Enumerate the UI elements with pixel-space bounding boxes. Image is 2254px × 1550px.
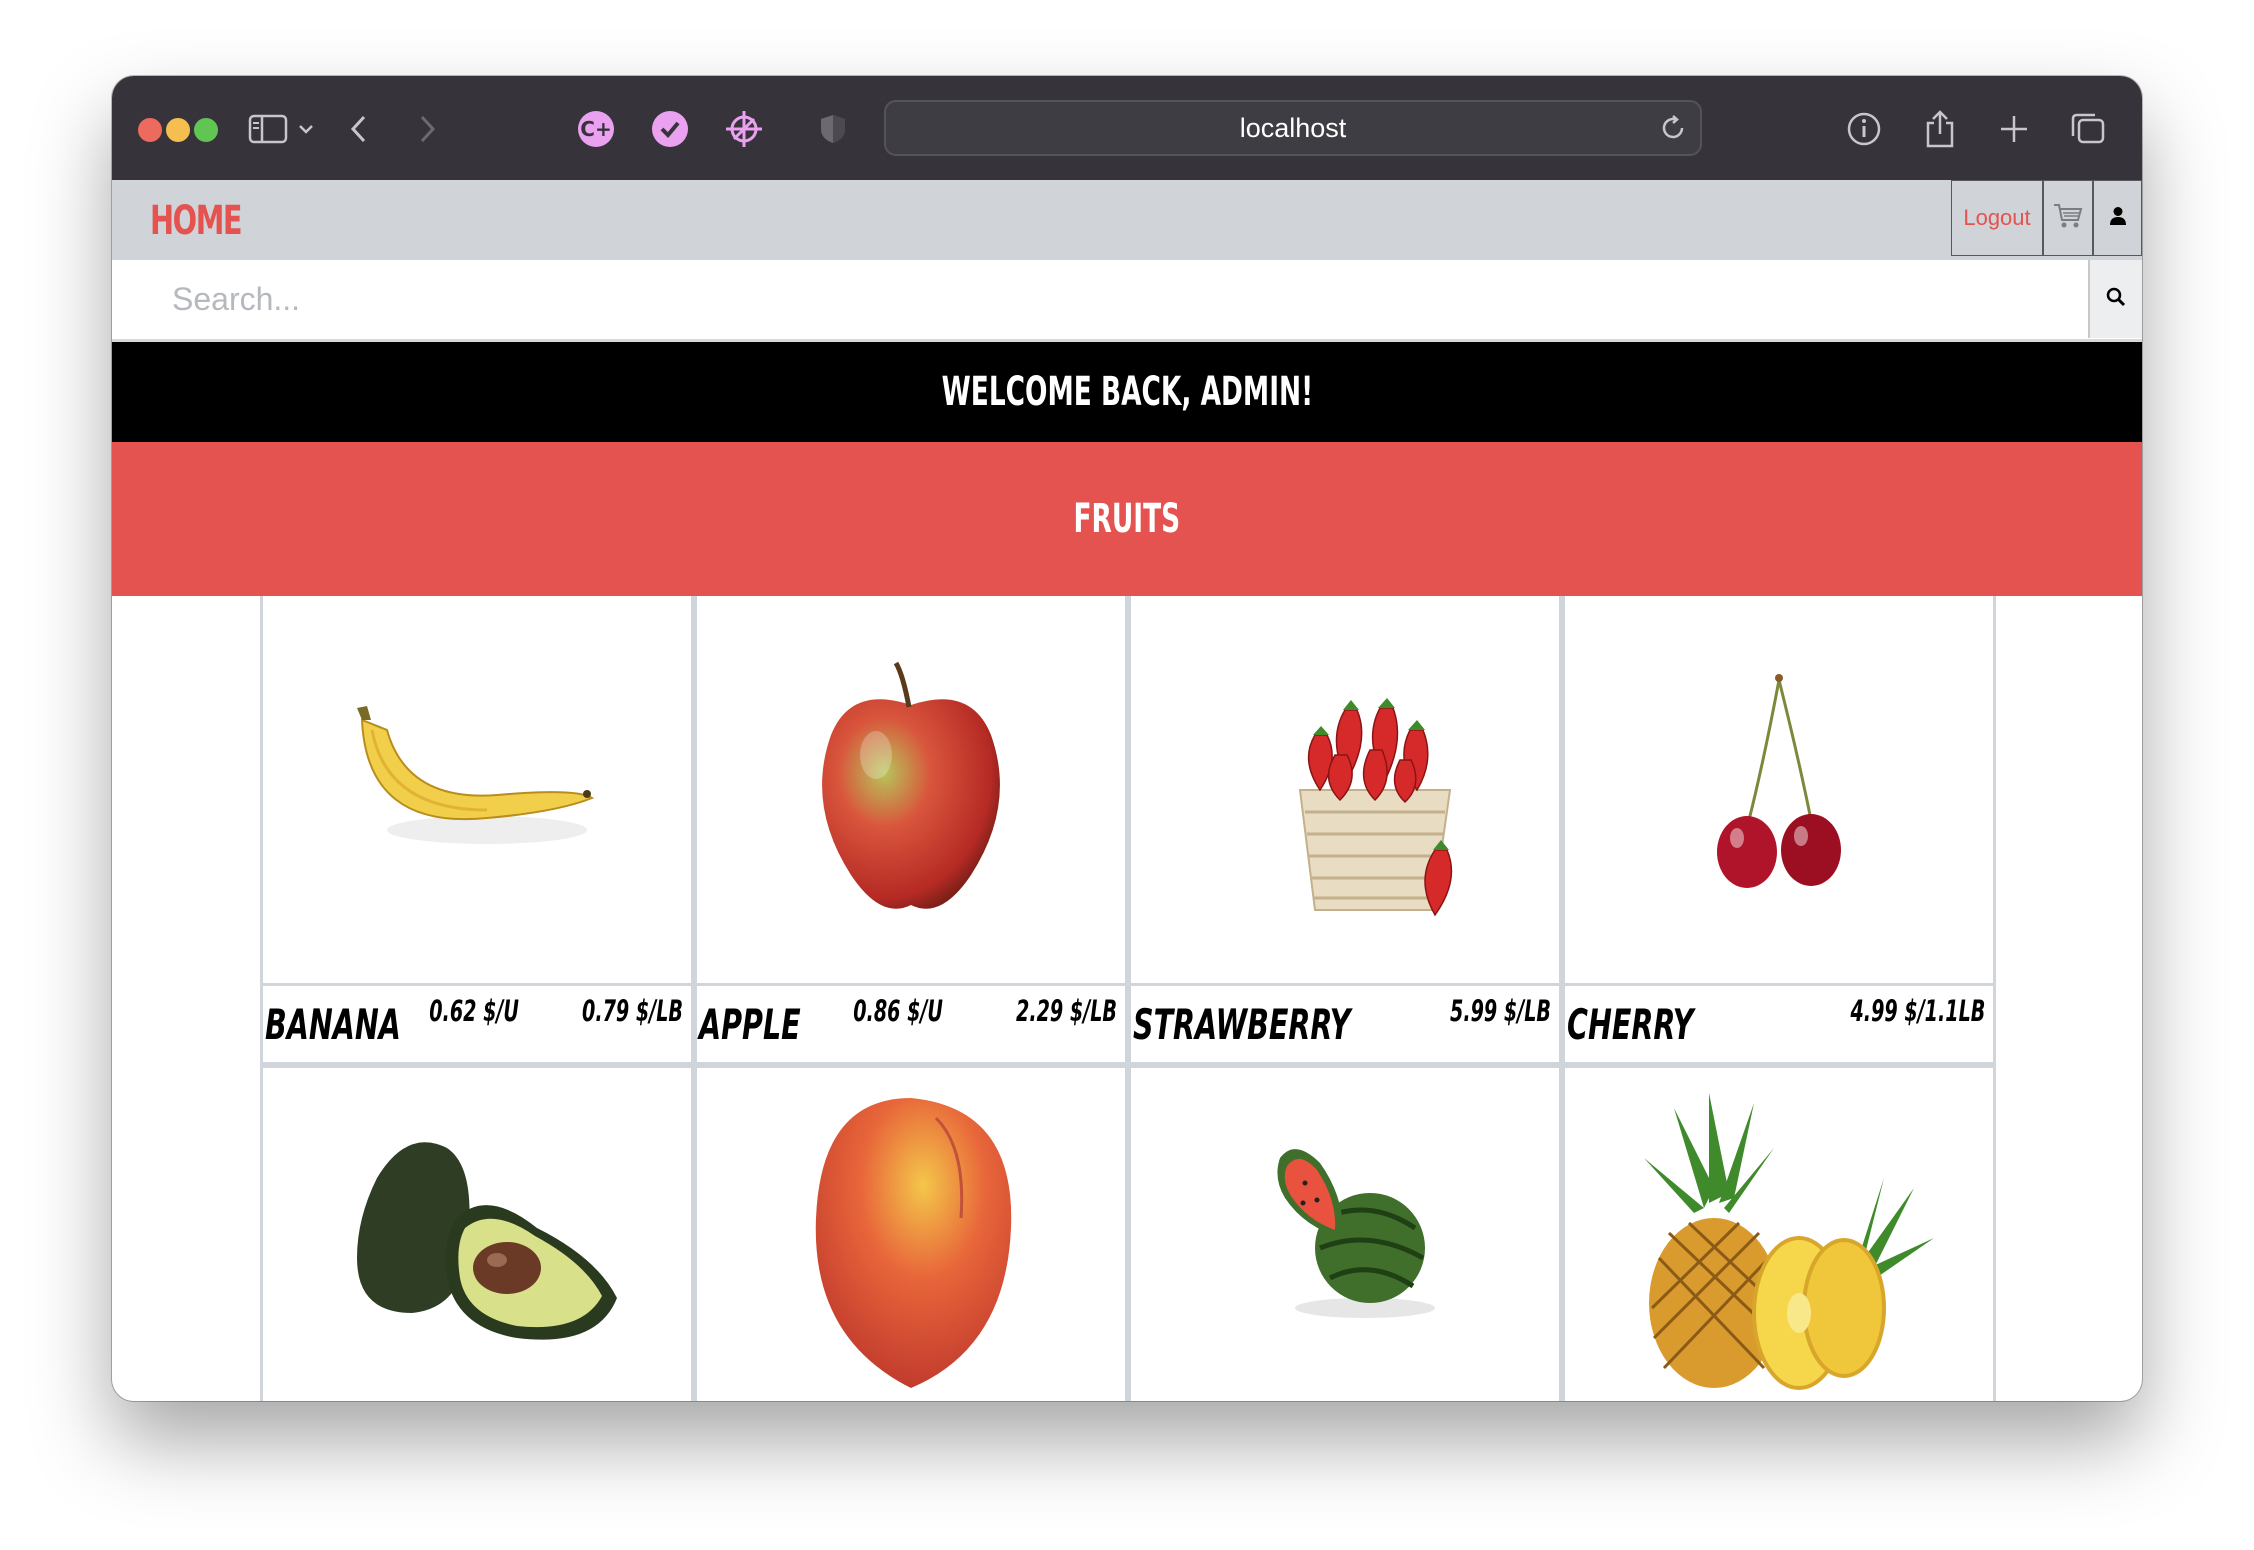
user-button[interactable]	[2093, 180, 2142, 256]
pineapple-image	[1644, 1093, 1934, 1390]
search-bar	[112, 260, 2142, 342]
product-card-watermelon[interactable]	[1128, 1065, 1562, 1401]
product-card-peach[interactable]	[694, 1065, 1128, 1401]
product-name: STRAWBERRY	[1133, 1000, 1351, 1049]
product-card-strawberry[interactable]: STRAWBERRY 5.99 $/LB	[1128, 596, 1562, 1065]
chevron-down-icon[interactable]	[296, 106, 316, 152]
extension-c-plus-icon[interactable]: C+	[576, 106, 616, 152]
cart-button[interactable]	[2043, 180, 2093, 256]
search-icon	[2106, 287, 2126, 312]
extension-check-icon[interactable]	[650, 106, 690, 152]
search-button[interactable]	[2088, 260, 2142, 338]
product-card-pineapple[interactable]	[1562, 1065, 1996, 1401]
cart-icon	[2053, 203, 2083, 234]
apple-image	[822, 661, 1000, 909]
minimize-window-button[interactable]	[166, 118, 190, 142]
logout-label: Logout	[1963, 205, 2031, 230]
product-info: BANANA 0.62 $/U 0.79 $/LB	[263, 986, 691, 1062]
product-image	[697, 1068, 1125, 1401]
product-image	[1131, 1068, 1559, 1401]
cherries-image	[1717, 673, 1841, 888]
welcome-text: WELCOME BACK, ADMIN!	[941, 369, 1313, 415]
product-image	[1131, 596, 1559, 986]
product-name: BANANA	[265, 1000, 401, 1049]
product-image	[1565, 1068, 1993, 1401]
product-info: APPLE 0.86 $/U 2.29 $/LB	[697, 986, 1125, 1062]
banana-image	[357, 705, 595, 844]
address-bar-text: localhost	[1239, 112, 1347, 143]
product-info: CHERRY 4.99 $/1.1LB	[1565, 986, 1993, 1062]
shield-icon[interactable]	[818, 106, 848, 152]
avocado-image	[357, 1142, 617, 1340]
price-per-pound: 0.79 $/LB	[582, 994, 683, 1028]
product-info: STRAWBERRY 5.99 $/LB	[1131, 986, 1559, 1062]
product-name: APPLE	[699, 1000, 801, 1049]
product-name: CHERRY	[1567, 1000, 1694, 1049]
product-card-avocado[interactable]	[260, 1065, 694, 1401]
new-tab-icon[interactable]	[1994, 106, 2034, 152]
peach-image	[815, 1098, 1012, 1388]
svg-text:C+: C+	[580, 117, 611, 141]
strawberries-image	[1298, 697, 1453, 916]
product-card-apple[interactable]: APPLE 0.86 $/U 2.29 $/LB	[694, 596, 1128, 1065]
price-per-unit: 0.86 $/U	[853, 994, 943, 1028]
price-per-unit: 0.62 $/U	[429, 994, 519, 1028]
home-link[interactable]: HOME	[150, 198, 243, 244]
product-image	[263, 596, 691, 986]
product-image	[697, 596, 1125, 986]
category-title: FRUITS	[1073, 496, 1181, 542]
price-per-pound: 2.29 $/LB	[1016, 994, 1117, 1028]
category-header: FRUITS	[112, 442, 2142, 596]
sidebar-toggle-icon[interactable]	[246, 106, 290, 152]
tab-overview-icon[interactable]	[2068, 106, 2108, 152]
browser-toolbar: C+ localhost	[112, 76, 2142, 180]
forward-icon[interactable]	[412, 106, 442, 152]
site-navbar: HOME Logout	[112, 180, 2142, 260]
browser-window: C+ localhost HOME Logout Search... WELCO…	[112, 76, 2142, 1401]
product-image	[1565, 596, 1993, 986]
zoom-window-button[interactable]	[194, 118, 218, 142]
watermelon-image	[1277, 1149, 1435, 1318]
share-icon[interactable]	[1920, 106, 1960, 152]
price-per-pound: 4.99 $/1.1LB	[1850, 994, 1985, 1028]
price-per-pound: 5.99 $/LB	[1450, 994, 1551, 1028]
search-input[interactable]	[152, 260, 2052, 338]
product-image	[263, 1068, 691, 1401]
logout-button[interactable]: Logout	[1951, 180, 2043, 256]
address-bar[interactable]: localhost	[884, 100, 1702, 156]
back-icon[interactable]	[344, 106, 374, 152]
extension-target-icon[interactable]	[724, 106, 764, 152]
user-icon	[2109, 206, 2127, 231]
reload-icon[interactable]	[1658, 113, 1688, 150]
product-card-banana[interactable]: BANANA 0.62 $/U 0.79 $/LB	[260, 596, 694, 1065]
product-card-cherry[interactable]: CHERRY 4.99 $/1.1LB	[1562, 596, 1996, 1065]
close-window-button[interactable]	[138, 118, 162, 142]
info-icon[interactable]	[1844, 106, 1884, 152]
welcome-banner: WELCOME BACK, ADMIN!	[112, 342, 2142, 442]
